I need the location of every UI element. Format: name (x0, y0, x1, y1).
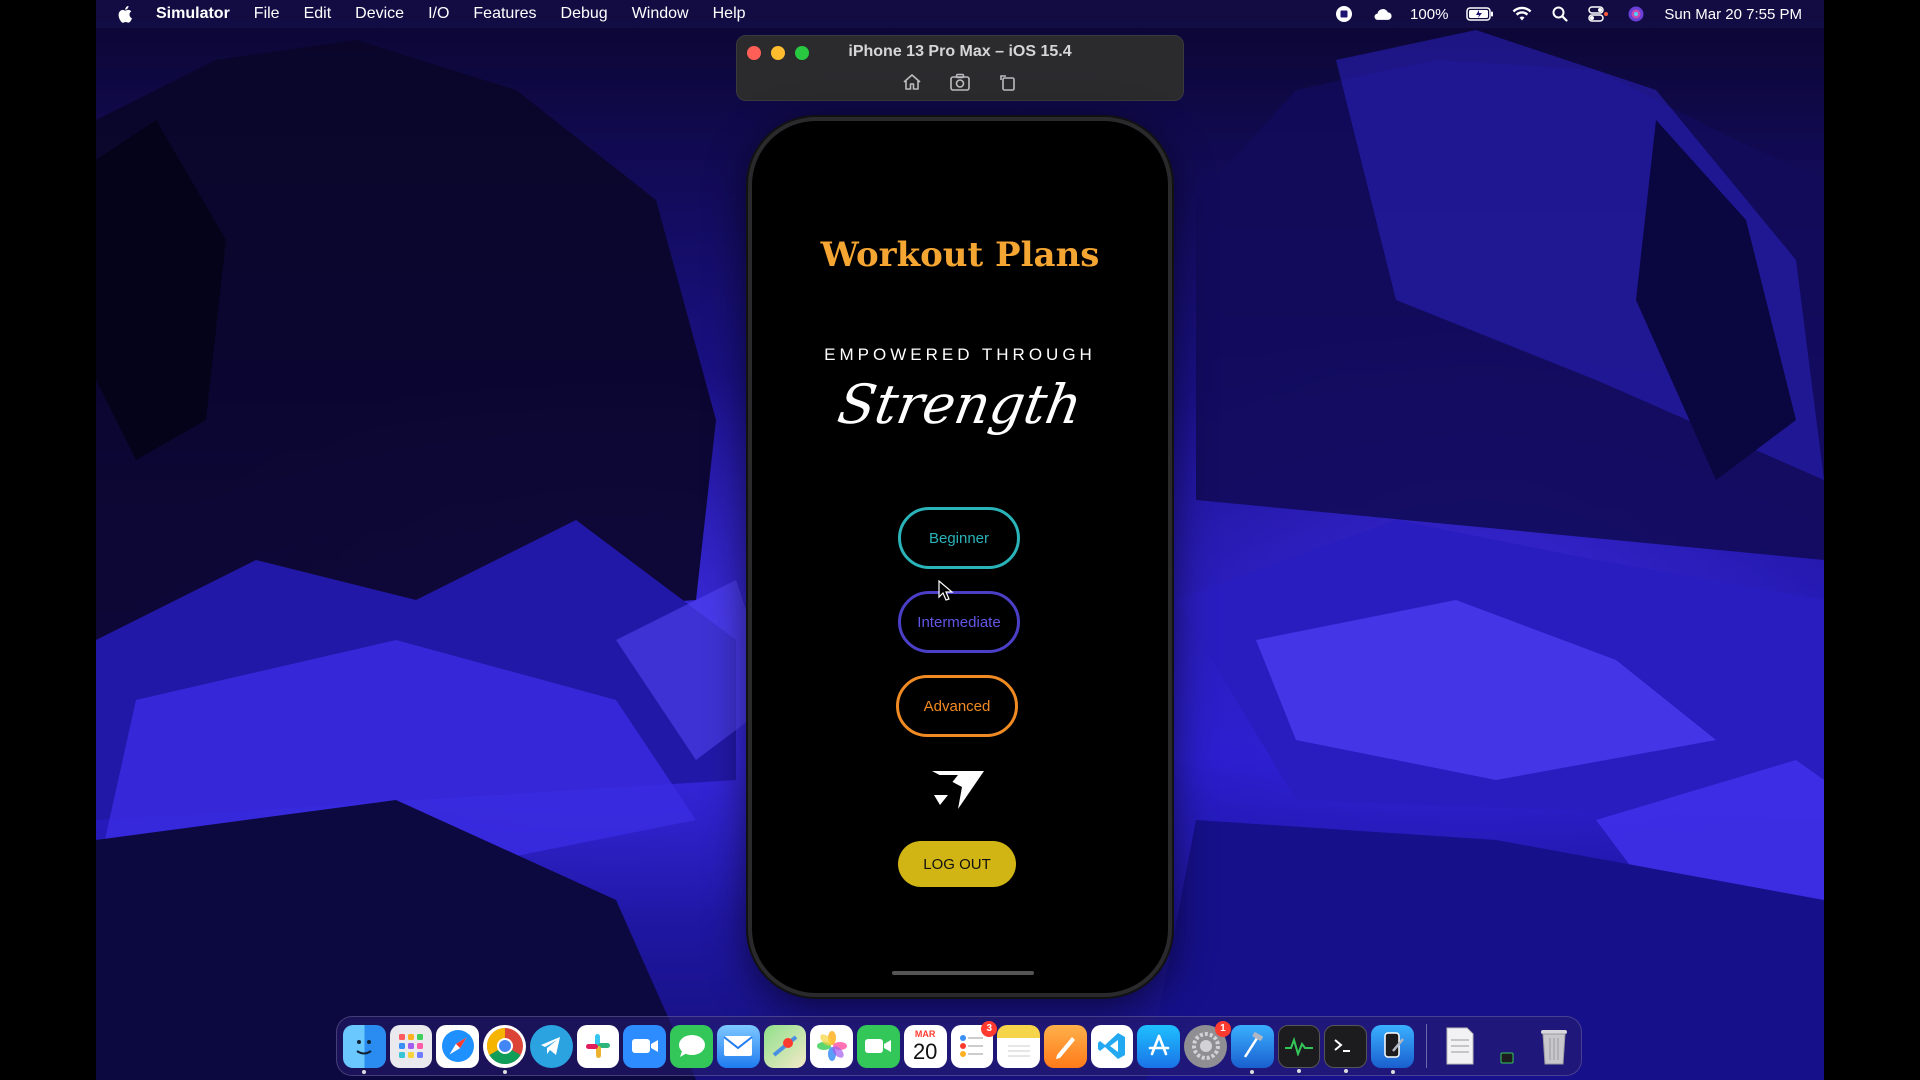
menu-file[interactable]: File (254, 5, 280, 23)
desktop: Simulator File Edit Device I/O Features … (96, 0, 1824, 1080)
terminal-icon[interactable] (1324, 1024, 1368, 1073)
page-title: Workout Plans (820, 235, 1100, 275)
wifi-icon[interactable] (1512, 5, 1532, 23)
apple-menu-icon[interactable] (118, 5, 134, 23)
messages-icon[interactable] (670, 1024, 713, 1068)
home-icon[interactable] (901, 72, 923, 92)
activity-monitor-icon[interactable] (1277, 1024, 1321, 1073)
finder-icon[interactable] (343, 1024, 386, 1074)
iphone-device: Workout Plans EMPOWERED THROUGH Strength… (748, 117, 1172, 997)
app-store-icon[interactable] (1137, 1024, 1181, 1068)
simulator-title: iPhone 13 Pro Max – iOS 15.4 (848, 43, 1072, 60)
mouse-cursor-icon (938, 580, 954, 601)
photos-icon[interactable] (810, 1024, 854, 1068)
battery-percent: 100% (1410, 5, 1449, 23)
chrome-running-indicator (502, 1069, 507, 1074)
icloud-icon[interactable] (1372, 5, 1392, 23)
dock: MAR 20 3 1 (336, 1016, 1582, 1076)
menu-features[interactable]: Features (473, 5, 536, 23)
control-center-icon[interactable] (1588, 5, 1609, 23)
settings-badge: 1 (1214, 1020, 1231, 1037)
reminders-icon[interactable]: 3 (950, 1020, 998, 1068)
siri-icon[interactable] (1626, 5, 1646, 23)
finder-running-indicator (362, 1069, 367, 1074)
minimized-window-icon[interactable] (1486, 1025, 1529, 1068)
beginner-button[interactable]: Beginner (898, 507, 1020, 569)
app-screen: Workout Plans EMPOWERED THROUGH Strength… (752, 121, 1168, 993)
menu-io[interactable]: I/O (428, 5, 449, 23)
screen-record-icon[interactable] (1334, 5, 1354, 23)
home-indicator[interactable] (892, 971, 1034, 975)
simulator-running-indicator (1390, 1069, 1395, 1074)
advanced-button[interactable]: Advanced (896, 675, 1018, 737)
reminders-badge: 3 (981, 1020, 998, 1037)
simulator-window-titlebar[interactable]: iPhone 13 Pro Max – iOS 15.4 (736, 35, 1184, 101)
spotlight-search-icon[interactable] (1550, 5, 1570, 23)
calendar-month: MAR (914, 1028, 936, 1039)
rotate-icon[interactable] (997, 72, 1019, 92)
strength-script-text: Strength (833, 373, 1087, 436)
xcode-icon[interactable] (1230, 1024, 1274, 1074)
chrome-icon[interactable] (483, 1024, 526, 1074)
vscode-icon[interactable] (1090, 1024, 1134, 1068)
shark-logo-icon (932, 771, 984, 809)
safari-icon[interactable] (436, 1024, 480, 1068)
screenshot-icon[interactable] (949, 72, 971, 92)
system-preferences-icon[interactable]: 1 (1184, 1020, 1231, 1068)
telegram-icon[interactable] (529, 1024, 573, 1068)
zoom-icon[interactable] (623, 1024, 667, 1068)
trash-icon[interactable] (1532, 1025, 1575, 1068)
dock-separator (1425, 1024, 1427, 1068)
xcode-running-indicator (1250, 1069, 1255, 1074)
calendar-icon[interactable]: MAR 20 (903, 1024, 947, 1068)
maps-icon[interactable] (763, 1024, 807, 1068)
menu-bar: Simulator File Edit Device I/O Features … (96, 0, 1824, 28)
menu-debug[interactable]: Debug (561, 5, 608, 23)
menu-app-name[interactable]: Simulator (156, 5, 230, 23)
calendar-day: 20 (912, 1038, 938, 1064)
intermediate-button[interactable]: Intermediate (898, 591, 1020, 653)
menu-help[interactable]: Help (713, 5, 746, 23)
simulator-icon[interactable] (1371, 1024, 1414, 1074)
menubar-clock[interactable]: Sun Mar 20 7:55 PM (1664, 6, 1802, 23)
facetime-icon[interactable] (857, 1024, 900, 1068)
activity-monitor-running-indicator (1297, 1068, 1302, 1073)
preview-document-icon[interactable] (1439, 1025, 1482, 1068)
launchpad-icon[interactable] (389, 1024, 433, 1068)
notes-icon[interactable] (997, 1024, 1041, 1068)
battery-icon[interactable] (1466, 5, 1494, 23)
terminal-running-indicator (1343, 1068, 1348, 1073)
slack-icon[interactable] (576, 1024, 620, 1068)
tagline: EMPOWERED THROUGH (824, 345, 1096, 364)
mail-icon[interactable] (716, 1024, 760, 1068)
menu-edit[interactable]: Edit (304, 5, 332, 23)
menu-window[interactable]: Window (632, 5, 689, 23)
logout-button[interactable]: LOG OUT (898, 841, 1016, 887)
pages-icon[interactable] (1044, 1024, 1087, 1068)
menu-device[interactable]: Device (355, 5, 404, 23)
